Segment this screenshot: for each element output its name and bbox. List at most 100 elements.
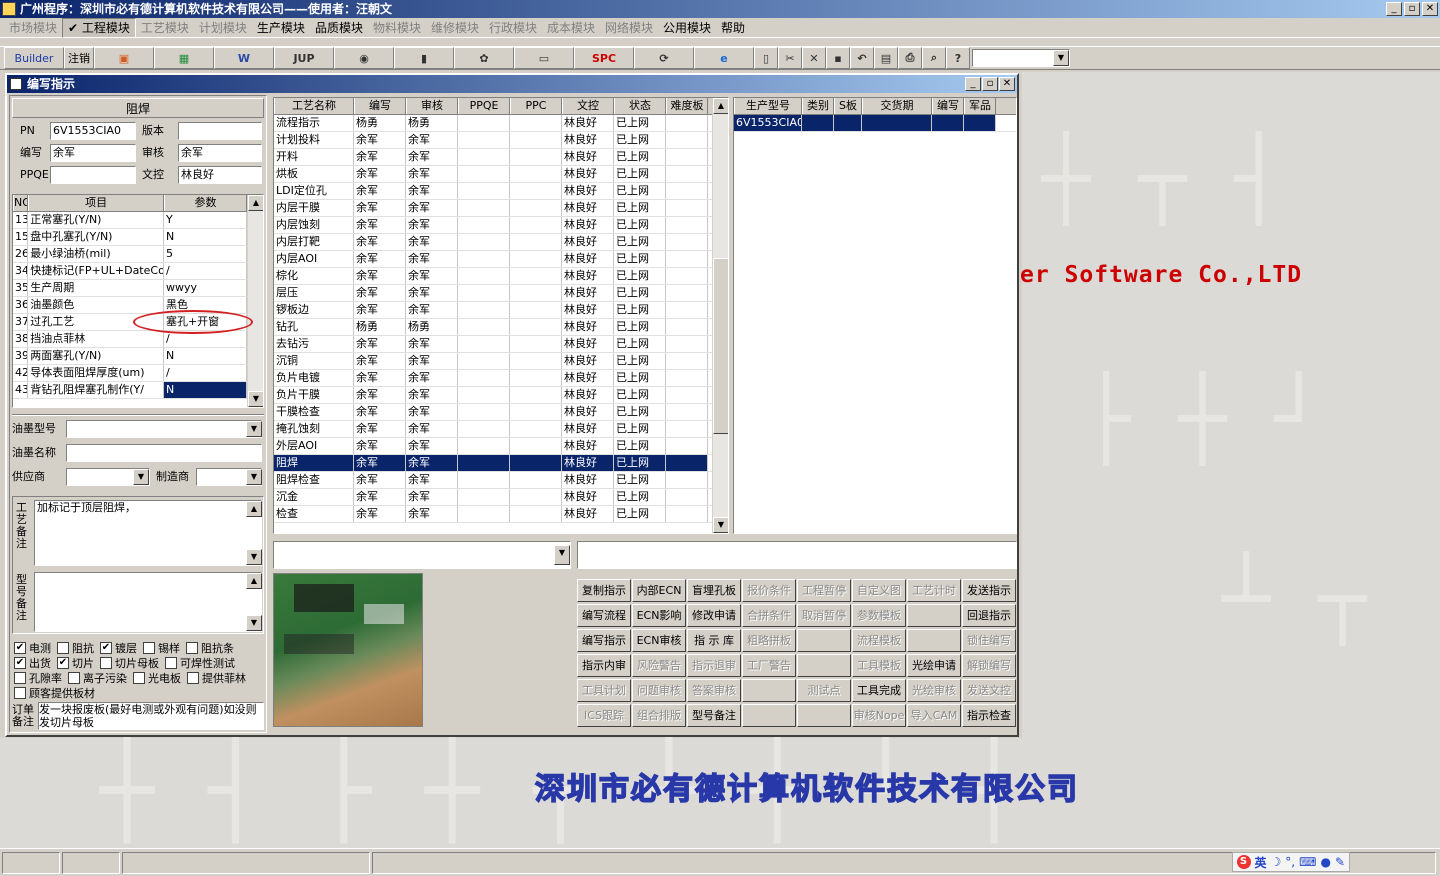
pn-field[interactable]: 6V1553CIA0: [50, 122, 136, 140]
lower-text-field[interactable]: [577, 541, 1017, 569]
process-header-cell[interactable]: PPC: [510, 98, 562, 114]
menu-item-3[interactable]: 计划模块: [194, 19, 252, 37]
process-row[interactable]: 内层打靶 余军 余军 林良好 已上网: [274, 234, 712, 251]
scroll-up-icon[interactable]: ▲: [246, 501, 262, 517]
scroll-thumb[interactable]: [713, 258, 728, 434]
process-row[interactable]: LDI定位孔 余军 余军 林良好 已上网: [274, 183, 712, 200]
model-header-cell[interactable]: 交货期: [862, 98, 932, 114]
builder-button[interactable]: Builder: [4, 47, 64, 69]
process-row[interactable]: 检查 余军 余军 林良好 已上网: [274, 506, 712, 523]
process-header-cell[interactable]: PPQE: [458, 98, 510, 114]
action-button[interactable]: 盲埋孔板: [687, 579, 741, 602]
ppt-button[interactable]: ▣: [94, 47, 154, 69]
action-button[interactable]: 复制指示: [577, 579, 631, 602]
action-button[interactable]: 编写指示: [577, 629, 631, 652]
menu-item-6[interactable]: 物料模块: [368, 19, 426, 37]
spc-button[interactable]: SPC: [574, 47, 634, 69]
sogou-s-icon[interactable]: S: [1236, 855, 1251, 869]
process-row[interactable]: 棕化 余军 余军 林良好 已上网: [274, 268, 712, 285]
database-button[interactable]: ▮: [394, 47, 454, 69]
menu-item-0[interactable]: 市场模块: [4, 19, 62, 37]
checkbox[interactable]: [165, 656, 177, 669]
params-row[interactable]: 13 正常塞孔(Y/N) Y: [13, 212, 247, 229]
process-row[interactable]: 阻焊检查 余军 余军 林良好 已上网: [274, 472, 712, 489]
checkbox[interactable]: [14, 671, 26, 684]
help-button[interactable]: ?: [946, 47, 970, 69]
checkbox-item[interactable]: 锡样: [143, 640, 180, 656]
menu-item-5[interactable]: 品质模块: [310, 19, 368, 37]
process-row[interactable]: 沉铜 余军 余军 林良好 已上网: [274, 353, 712, 370]
process-row[interactable]: 去钻污 余军 余军 林良好 已上网: [274, 336, 712, 353]
logout-button[interactable]: 注销: [64, 47, 94, 69]
ime-toolbar[interactable]: S 英 ☽ °, ⌨ ● ✎: [1231, 852, 1350, 872]
delete-button[interactable]: ✕: [802, 47, 826, 69]
process-row[interactable]: 沉金 余军 余军 林良好 已上网: [274, 489, 712, 506]
menu-item-12[interactable]: 帮助: [716, 19, 750, 37]
menu-item-1[interactable]: ✔ 工程模块: [62, 17, 136, 38]
review-field[interactable]: 余军: [178, 144, 262, 162]
checkbox-item[interactable]: 光电板: [133, 670, 181, 686]
process-row[interactable]: 负片电镀 余军 余军 林良好 已上网: [274, 370, 712, 387]
checkbox-item[interactable]: ✔ 切片: [57, 655, 94, 671]
excel-button[interactable]: ▦: [154, 47, 214, 69]
process-row[interactable]: 内层蚀刻 余军 余军 林良好 已上网: [274, 217, 712, 234]
action-button[interactable]: 工具完成: [852, 679, 906, 702]
checkbox[interactable]: ✔: [57, 656, 69, 669]
params-row[interactable]: 15 盘中孔塞孔(Y/N) N: [13, 229, 247, 246]
version-field[interactable]: [178, 122, 262, 140]
save-button[interactable]: ▪: [826, 47, 850, 69]
process-row[interactable]: 外层AOI 余军 余军 林良好 已上网: [274, 438, 712, 455]
process-header-cell[interactable]: 编写: [354, 98, 406, 114]
minimize-button[interactable]: _: [1386, 2, 1402, 16]
lower-combo[interactable]: [273, 541, 571, 569]
checkbox[interactable]: [133, 671, 145, 684]
checkbox[interactable]: [57, 641, 69, 654]
jup-button[interactable]: JUP: [274, 47, 334, 69]
cut-button[interactable]: ✂: [778, 47, 802, 69]
scroll-down-icon[interactable]: ▼: [248, 391, 263, 407]
preview-button[interactable]: ▤: [874, 47, 898, 69]
params-scrollbar[interactable]: ▲ ▼: [247, 195, 263, 407]
moon-icon[interactable]: ☽: [1271, 855, 1282, 869]
process-row[interactable]: 内层干膜 余军 余军 林良好 已上网: [274, 200, 712, 217]
menu-item-8[interactable]: 行政模块: [484, 19, 542, 37]
chevron-down-icon[interactable]: ▼: [1053, 50, 1069, 66]
scroll-down-icon[interactable]: ▼: [246, 615, 262, 631]
model-note-scrollbar[interactable]: ▲ ▼: [246, 573, 262, 631]
child-minimize-button[interactable]: _: [965, 77, 981, 91]
process-header-cell[interactable]: 难度板: [666, 98, 708, 114]
params-row[interactable]: 42 导体表面阻焊厚度(um) /: [13, 365, 247, 382]
scroll-down-icon[interactable]: ▼: [246, 549, 262, 565]
checkbox[interactable]: [187, 671, 199, 684]
process-row[interactable]: 掩孔蚀刻 余军 余军 林良好 已上网: [274, 421, 712, 438]
print-button[interactable]: ⎙: [898, 47, 922, 69]
menu-item-9[interactable]: 成本模块: [542, 19, 600, 37]
process-note-field[interactable]: 加标记于顶层阻焊，: [34, 500, 262, 566]
checkbox-item[interactable]: 切片母板: [100, 655, 159, 671]
ppqe-field[interactable]: [50, 166, 136, 184]
process-header-cell[interactable]: 状态: [614, 98, 666, 114]
user-icon[interactable]: ●: [1320, 855, 1330, 869]
action-button[interactable]: 指 示 库: [687, 629, 741, 652]
process-scrollbar[interactable]: ▲ ▼: [712, 98, 728, 533]
checkbox-item[interactable]: 可焊性测试: [165, 655, 235, 671]
checkbox[interactable]: [100, 656, 112, 669]
child-close-button[interactable]: ✕: [999, 77, 1015, 91]
model-header-cell[interactable]: 编写: [932, 98, 964, 114]
chevron-down-icon[interactable]: ▼: [554, 545, 570, 565]
process-row[interactable]: 流程指示 杨勇 杨勇 林良好 已上网: [274, 115, 712, 132]
model-row[interactable]: 6V1553CIA0: [734, 115, 1016, 132]
keyboard-icon[interactable]: ⌨: [1299, 855, 1316, 869]
model-note-field[interactable]: [34, 572, 262, 632]
model-header-cell[interactable]: 类别: [802, 98, 834, 114]
action-button[interactable]: 型号备注: [687, 704, 741, 727]
scroll-up-icon[interactable]: ▲: [713, 98, 728, 114]
close-button[interactable]: ✕: [1422, 2, 1438, 16]
menu-item-11[interactable]: 公用模块: [658, 19, 716, 37]
wrench-icon[interactable]: ✎: [1335, 855, 1345, 869]
params-row[interactable]: 35 生产周期 wwyy: [13, 280, 247, 297]
ink-type-combo[interactable]: [66, 420, 262, 438]
action-button[interactable]: 内部ECN: [632, 579, 686, 602]
params-row[interactable]: 39 两面塞孔(Y/N) N: [13, 348, 247, 365]
menu-item-4[interactable]: 生产模块: [252, 19, 310, 37]
